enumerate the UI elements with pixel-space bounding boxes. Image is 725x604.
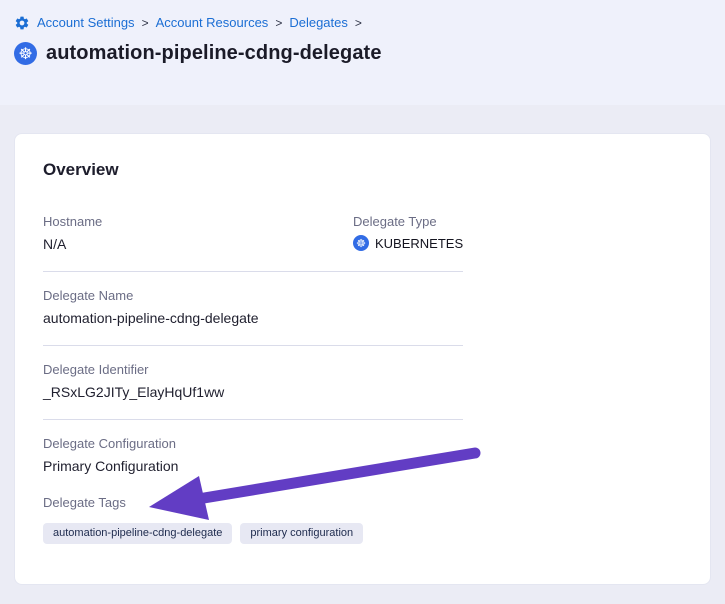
kubernetes-icon: ☸	[14, 42, 37, 65]
breadcrumb-link-delegates[interactable]: Delegates	[289, 15, 348, 31]
breadcrumb-separator: >	[275, 15, 282, 31]
breadcrumb: Account Settings > Account Resources > D…	[14, 15, 711, 31]
field-row-delegate-configuration: Delegate Configuration Primary Configura…	[43, 420, 463, 476]
settings-gear-icon	[14, 15, 30, 31]
delegate-name-label: Delegate Name	[43, 287, 463, 305]
delegate-identifier-label: Delegate Identifier	[43, 361, 463, 379]
breadcrumb-separator: >	[142, 15, 149, 31]
delegate-tag: primary configuration	[240, 523, 363, 544]
delegate-type-value: ☸ KUBERNETES	[353, 235, 463, 251]
page-header: Account Settings > Account Resources > D…	[0, 0, 725, 105]
delegate-identifier-value: _RSxLG2JITy_ElayHqUf1ww	[43, 383, 463, 402]
overview-heading: Overview	[43, 160, 682, 180]
breadcrumb-link-account-settings[interactable]: Account Settings	[37, 15, 135, 31]
overview-fields: Hostname N/A Delegate Type ☸ KUBERNETES …	[43, 180, 463, 544]
delegate-tag: automation-pipeline-cdng-delegate	[43, 523, 232, 544]
delegate-tags-list: automation-pipeline-cdng-delegate primar…	[43, 523, 463, 544]
delegate-tags-label: Delegate Tags	[43, 494, 463, 512]
field-delegate-type: Delegate Type ☸ KUBERNETES	[353, 213, 463, 254]
delegate-name-value: automation-pipeline-cdng-delegate	[43, 309, 463, 328]
field-delegate-tags: Delegate Tags automation-pipeline-cdng-d…	[43, 494, 463, 544]
page-title: automation-pipeline-cdng-delegate	[46, 42, 382, 65]
kubernetes-icon: ☸	[353, 235, 369, 251]
hostname-value: N/A	[43, 235, 353, 254]
field-row-hostname-type: Hostname N/A Delegate Type ☸ KUBERNETES	[43, 180, 463, 272]
breadcrumb-separator: >	[355, 15, 362, 31]
hostname-label: Hostname	[43, 213, 353, 231]
field-row-delegate-identifier: Delegate Identifier _RSxLG2JITy_ElayHqUf…	[43, 346, 463, 420]
field-row-delegate-name: Delegate Name automation-pipeline-cdng-d…	[43, 272, 463, 346]
overview-card: Overview Hostname N/A Delegate Type ☸ KU…	[14, 133, 711, 585]
delegate-type-label: Delegate Type	[353, 213, 463, 231]
delegate-type-text: KUBERNETES	[375, 236, 463, 251]
delegate-configuration-label: Delegate Configuration	[43, 435, 463, 453]
title-row: ☸ automation-pipeline-cdng-delegate	[14, 42, 711, 65]
delegate-configuration-value: Primary Configuration	[43, 457, 463, 476]
field-hostname: Hostname N/A	[43, 213, 353, 254]
breadcrumb-link-account-resources[interactable]: Account Resources	[156, 15, 269, 31]
